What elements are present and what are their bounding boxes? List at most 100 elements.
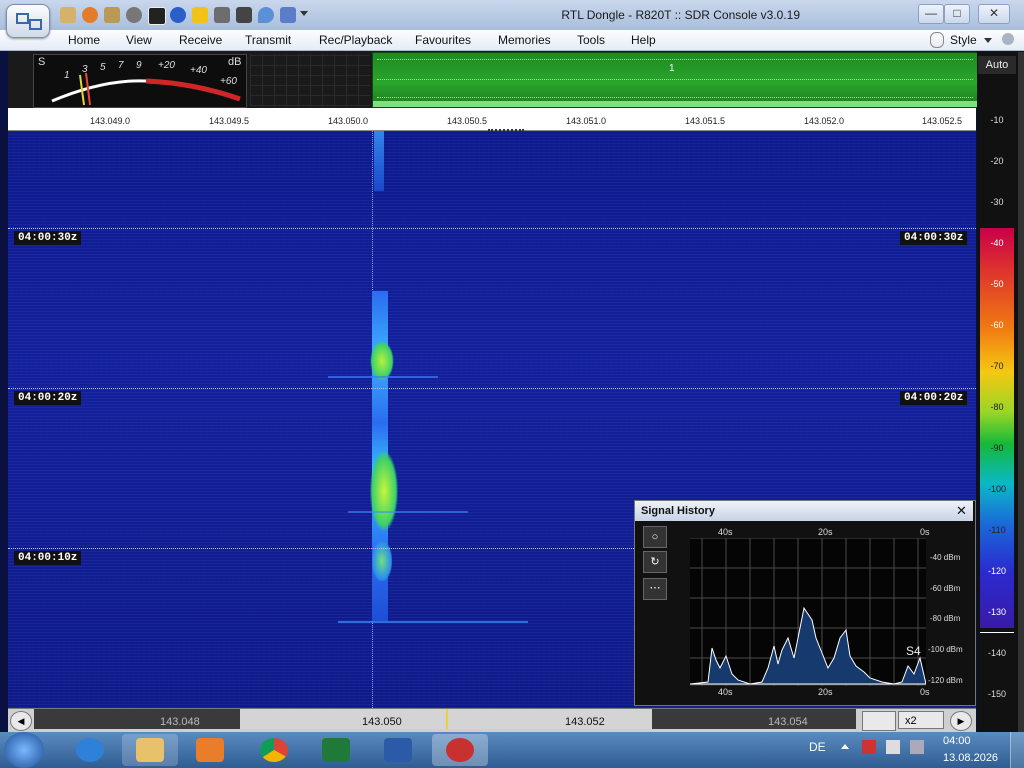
time-label-right: 04:00:20z xyxy=(900,391,968,405)
db-label: -20 xyxy=(990,156,1004,166)
style-icon xyxy=(930,32,944,48)
db-label: -40 xyxy=(990,238,1004,248)
db-threshold-line[interactable] xyxy=(980,632,1014,633)
drop-icon[interactable] xyxy=(258,7,274,23)
freq-tick: 143.051.5 xyxy=(685,116,726,126)
history-y-label: -40 dBm xyxy=(930,553,961,562)
auto-button[interactable]: Auto xyxy=(978,56,1016,74)
scroll-right-icon[interactable]: ▶ xyxy=(950,711,972,731)
gear-icon[interactable] xyxy=(1002,33,1014,45)
bottom-freq-label: 143.048 xyxy=(160,716,200,728)
style-dropdown-icon[interactable] xyxy=(984,38,992,43)
spectrum-grid xyxy=(250,54,370,106)
quick-access-dropdown-icon[interactable] xyxy=(300,11,308,16)
help-ring-icon[interactable] xyxy=(82,7,98,23)
app-logo-icon-part xyxy=(29,19,42,30)
meter-scale-plus60: +60 xyxy=(220,76,237,87)
start-button[interactable] xyxy=(4,732,44,768)
s-reading: S4 xyxy=(906,644,921,658)
meter-scale-3: 3 xyxy=(82,64,88,75)
folder-icon[interactable] xyxy=(104,7,120,23)
signal-history-close-button[interactable]: ✕ xyxy=(956,503,967,519)
freq-tick: 143.050.5 xyxy=(447,116,488,126)
keyboard-icon[interactable] xyxy=(862,711,896,731)
maximize-button[interactable]: □ xyxy=(944,4,970,24)
freq-tick: 143.051.0 xyxy=(566,116,607,126)
menu-home[interactable]: Home xyxy=(68,33,100,47)
menu-tools[interactable]: Tools xyxy=(577,33,605,47)
db-label: -70 xyxy=(990,361,1004,371)
tray-network-icon[interactable] xyxy=(910,740,924,754)
app-menu-button[interactable] xyxy=(6,4,50,38)
history-y-label: -60 dBm xyxy=(930,584,961,593)
meter-s-label: S xyxy=(38,56,46,68)
chrome-icon xyxy=(260,738,288,762)
history-time-top: 40s xyxy=(718,527,733,537)
spectrum-display[interactable] xyxy=(372,52,978,108)
taskbar-chrome[interactable] xyxy=(246,734,302,766)
freq-tick: 143.050.0 xyxy=(328,116,369,126)
history-y-label: -80 dBm xyxy=(930,614,961,623)
taskbar-internet-explorer[interactable] xyxy=(62,734,118,766)
menu-rec-playback[interactable]: Rec/Playback xyxy=(319,33,392,47)
show-desktop-button[interactable] xyxy=(1010,732,1024,768)
clock-date[interactable]: 13.08.2026 xyxy=(943,752,998,764)
scroll-left-icon[interactable]: ◀ xyxy=(10,711,32,731)
window-title: RTL Dongle - R820T :: SDR Console v3.0.1… xyxy=(561,8,800,22)
tray-sound-icon[interactable] xyxy=(886,740,900,754)
menu-view[interactable]: View xyxy=(126,33,152,47)
zoom-button[interactable]: x2 xyxy=(898,711,944,729)
db-label: -120 xyxy=(987,566,1006,576)
play-icon[interactable] xyxy=(126,7,142,23)
close-button[interactable]: ✕ xyxy=(978,4,1010,24)
freq-tick: 143.052.5 xyxy=(922,116,963,126)
taskbar-explorer[interactable] xyxy=(122,734,178,766)
meter-scale-9: 9 xyxy=(136,60,142,71)
lock-icon[interactable] xyxy=(214,7,230,23)
sdr-console-icon xyxy=(446,738,474,762)
spectrum-marker-1[interactable]: 1 xyxy=(669,63,675,74)
excel-icon xyxy=(322,738,350,762)
add-icon[interactable] xyxy=(170,7,186,23)
internet-explorer-icon xyxy=(76,738,104,762)
taskbar-sdr-console[interactable] xyxy=(432,734,488,766)
time-label-left: 04:00:30z xyxy=(14,231,82,245)
menu-help[interactable]: Help xyxy=(631,33,656,47)
signal-history-plot xyxy=(690,538,926,686)
db-label: -90 xyxy=(990,443,1004,453)
history-record-button[interactable]: ○ xyxy=(643,526,667,548)
undo-icon[interactable] xyxy=(280,7,296,23)
taskbar-excel[interactable] xyxy=(308,734,364,766)
db-label: -80 xyxy=(990,402,1004,412)
freq-tick: 143.049.5 xyxy=(209,116,250,126)
menu-memories[interactable]: Memories xyxy=(498,33,551,47)
taskbar-media-player[interactable] xyxy=(182,734,238,766)
favourite-star-icon[interactable] xyxy=(192,7,208,23)
tray-icon[interactable] xyxy=(862,740,876,754)
menu-favourites[interactable]: Favourites xyxy=(415,33,471,47)
camera-icon[interactable] xyxy=(236,7,252,23)
db-label: -100 xyxy=(987,484,1006,494)
db-label: -10 xyxy=(990,115,1004,125)
db-label: -150 xyxy=(987,689,1006,699)
menu-transmit[interactable]: Transmit xyxy=(245,33,291,47)
meter-scale-7: 7 xyxy=(118,60,124,71)
language-indicator[interactable]: DE xyxy=(809,740,826,754)
history-time-bottom: 20s xyxy=(818,687,833,697)
clock-time[interactable]: 04:00 xyxy=(943,735,971,747)
style-menu[interactable]: Style xyxy=(950,33,977,47)
history-reset-button[interactable]: ↻ xyxy=(643,551,667,573)
tray-expand-icon[interactable] xyxy=(841,744,849,749)
history-time-bottom: 0s xyxy=(920,687,930,697)
db-label: -30 xyxy=(990,197,1004,207)
stop-icon[interactable] xyxy=(148,7,166,25)
bottom-scale[interactable] xyxy=(34,709,856,729)
history-more-button[interactable]: ⋯ xyxy=(643,578,667,600)
history-time-top: 20s xyxy=(818,527,833,537)
db-scale-scrollbar[interactable] xyxy=(1018,52,1024,732)
taskbar-word[interactable] xyxy=(370,734,426,766)
home-icon[interactable] xyxy=(60,7,76,23)
menu-receive[interactable]: Receive xyxy=(179,33,222,47)
minimize-button[interactable]: — xyxy=(918,4,944,24)
time-line xyxy=(8,228,976,229)
